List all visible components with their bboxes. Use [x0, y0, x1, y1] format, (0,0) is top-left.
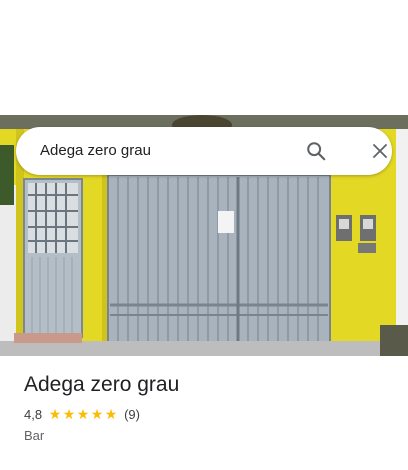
rating-value: 4,8: [24, 406, 43, 422]
search-bar[interactable]: Adega zero grau: [16, 127, 392, 175]
search-input[interactable]: Adega zero grau: [40, 127, 151, 175]
star-rating: ★ ★ ★ ★ ★: [48, 407, 118, 421]
review-count[interactable]: (9): [124, 407, 140, 422]
place-category: Bar: [24, 428, 45, 443]
search-icon: [307, 142, 326, 161]
star-icon: ★: [48, 406, 62, 422]
star-icon: ★: [104, 406, 118, 422]
star-icon: ★: [90, 406, 104, 422]
star-icon: ★: [62, 406, 76, 422]
star-icon: ★: [76, 406, 90, 422]
place-info: Adega zero grau 4,8 ★ ★ ★ ★ ★ (9) Bar: [24, 370, 384, 443]
close-icon: [373, 144, 387, 158]
search-button[interactable]: [302, 137, 330, 165]
clear-button[interactable]: [366, 137, 394, 165]
place-title[interactable]: Adega zero grau: [24, 370, 384, 400]
rating-row[interactable]: 4,8 ★ ★ ★ ★ ★ (9): [24, 405, 384, 423]
